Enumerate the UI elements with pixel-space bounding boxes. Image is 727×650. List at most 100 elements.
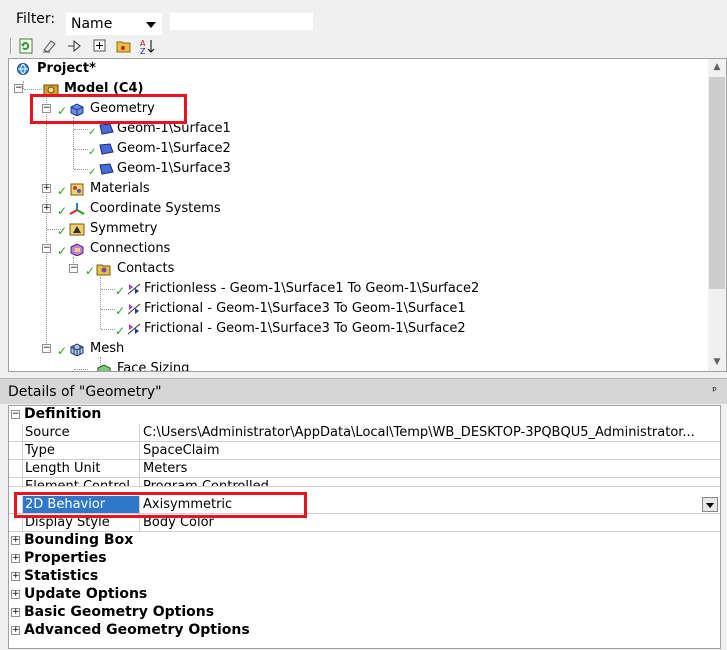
collapse-icon[interactable]: − xyxy=(42,244,51,253)
check-icon: ✓ xyxy=(57,344,68,358)
tree-item-coordinate-systems[interactable]: + ✓ Coordinate Systems xyxy=(9,199,309,219)
tree-item-label: Geom-1\Surface3 xyxy=(117,161,231,176)
check-icon: ✓ xyxy=(57,184,68,198)
scroll-up-icon[interactable]: ▲ xyxy=(708,59,726,76)
filter-bar: Filter: Name xyxy=(0,0,727,36)
category-label: Basic Geometry Options xyxy=(24,604,215,620)
tree-item-label: Frictionless - Geom-1\Surface1 To Geom-1… xyxy=(144,281,480,296)
add-icon[interactable] xyxy=(92,38,108,54)
category-properties[interactable]: + Properties xyxy=(9,550,720,568)
check-icon: ✓ xyxy=(85,264,96,278)
face-sizing-icon xyxy=(96,362,112,371)
erase-icon[interactable] xyxy=(41,38,57,54)
tree-item-contact-region[interactable]: ✓ Frictional - Geom-1\Surface3 To Geom-1… xyxy=(9,319,509,339)
property-row-element-control[interactable]: Element Control Program Controlled xyxy=(9,478,720,487)
tree-item-label: Coordinate Systems xyxy=(90,201,221,216)
tree-item-surface[interactable]: ✓ Geom-1\Surface2 xyxy=(9,139,309,159)
sort-az-icon[interactable]: AZ xyxy=(140,38,156,56)
tree-item-surface[interactable]: ✓ Geom-1\Surface3 xyxy=(9,159,309,179)
materials-icon xyxy=(69,182,85,196)
expand-icon[interactable] xyxy=(66,38,82,54)
tree-item-contact-region[interactable]: ✓ Frictional - Geom-1\Surface3 To Geom-1… xyxy=(9,299,509,319)
tree-item-label: Symmetry xyxy=(90,221,158,236)
tree-item-label: Mesh xyxy=(90,341,125,356)
symmetry-icon xyxy=(69,222,85,236)
property-key: Element Control xyxy=(22,478,140,486)
tree-toolbar: AZ xyxy=(0,36,727,58)
check-icon: ✓ xyxy=(57,244,68,258)
collapse-icon[interactable]: − xyxy=(14,84,23,93)
property-value[interactable]: SpaceClaim xyxy=(140,442,720,459)
coordinate-systems-icon xyxy=(69,202,85,216)
check-icon: ✓ xyxy=(57,204,68,218)
tree-item-label: Face Sizing xyxy=(117,361,190,372)
category-label: Statistics xyxy=(24,568,99,584)
category-basic-geometry-options[interactable]: + Basic Geometry Options xyxy=(9,604,720,622)
category-advanced-geometry-options[interactable]: + Advanced Geometry Options xyxy=(9,622,720,640)
pin-icon[interactable]: ᵖ xyxy=(712,384,717,397)
highlight-box-2d-behavior xyxy=(14,492,307,518)
filter-type-select[interactable]: Name xyxy=(66,13,162,35)
property-row-type[interactable]: Type SpaceClaim xyxy=(9,442,720,460)
project-icon xyxy=(15,62,31,76)
scrollbar-thumb[interactable] xyxy=(709,77,725,289)
refresh-icon[interactable] xyxy=(18,38,34,54)
tree-item-symmetry[interactable]: ✓ Symmetry xyxy=(9,219,309,239)
category-label: Bounding Box xyxy=(24,532,134,548)
collapse-icon[interactable]: − xyxy=(42,344,51,353)
contact-region-icon xyxy=(126,302,142,316)
property-value[interactable]: Meters xyxy=(140,460,720,477)
tree-item-mesh[interactable]: − ✓ Mesh xyxy=(9,339,309,359)
expand-icon[interactable]: + xyxy=(11,572,20,581)
category-label: Update Options xyxy=(24,586,148,602)
expand-icon[interactable]: + xyxy=(11,536,20,545)
category-update-options[interactable]: + Update Options xyxy=(9,586,720,604)
category-definition[interactable]: − Definition xyxy=(9,406,720,424)
tree-scrollbar[interactable]: ▲ ▼ xyxy=(708,59,726,371)
scroll-down-icon[interactable]: ▼ xyxy=(708,354,726,371)
property-value[interactable]: Program Controlled xyxy=(140,478,720,486)
contact-region-icon xyxy=(126,282,142,296)
category-statistics[interactable]: + Statistics xyxy=(9,568,720,586)
filter-search-input[interactable] xyxy=(170,13,313,30)
tree-connector xyxy=(74,369,88,370)
collapse-icon[interactable]: − xyxy=(69,264,78,273)
collapse-icon[interactable]: − xyxy=(11,410,20,419)
details-grid[interactable]: − Definition Source C:\Users\Administrat… xyxy=(8,405,721,649)
details-panel-header: Details of "Geometry" ᵖ xyxy=(0,378,727,404)
expand-icon[interactable]: + xyxy=(42,184,51,193)
expand-icon[interactable]: + xyxy=(11,590,20,599)
property-row-source[interactable]: Source C:\Users\Administrator\AppData\Lo… xyxy=(9,424,720,442)
svg-text:Z: Z xyxy=(140,47,146,54)
expand-icon[interactable]: + xyxy=(42,204,51,213)
contact-region-icon xyxy=(126,322,142,336)
tree-item-label: Geom-1\Surface2 xyxy=(117,141,231,156)
dropdown-arrow-icon[interactable] xyxy=(702,497,718,512)
tree-item-connections[interactable]: − ✓ Connections xyxy=(9,239,309,259)
tree-item-contacts[interactable]: − ✓ Contacts xyxy=(9,259,309,279)
tree-connector xyxy=(74,169,88,170)
expand-icon[interactable]: + xyxy=(11,608,20,617)
details-title: Details of "Geometry" xyxy=(8,384,162,400)
category-bounding-box[interactable]: + Bounding Box xyxy=(9,532,720,550)
tree-item-project[interactable]: Project* xyxy=(13,59,313,79)
property-row-length-unit[interactable]: Length Unit Meters xyxy=(9,460,720,478)
check-icon: ✓ xyxy=(57,224,68,238)
filter-type-value: Name xyxy=(71,16,113,32)
category-label: Definition xyxy=(24,406,102,422)
tree-connector xyxy=(101,329,115,330)
tree-item-label: Frictional - Geom-1\Surface3 To Geom-1\S… xyxy=(144,321,466,336)
tree-item-contact-region[interactable]: ✓ Frictionless - Geom-1\Surface1 To Geom… xyxy=(9,279,509,299)
tree-item-label: Contacts xyxy=(117,261,175,276)
folder-icon[interactable] xyxy=(116,38,132,54)
check-icon: ✓ xyxy=(115,324,126,338)
expand-icon[interactable]: + xyxy=(11,554,20,563)
property-value[interactable]: C:\Users\Administrator\AppData\Local\Tem… xyxy=(140,424,720,441)
tree-connector xyxy=(101,289,115,290)
check-icon: ✓ xyxy=(115,304,126,318)
tree-item-label: Connections xyxy=(90,241,171,256)
highlight-box-geometry xyxy=(30,94,187,124)
expand-icon[interactable]: + xyxy=(11,626,20,635)
tree-item-face-sizing[interactable]: Face Sizing xyxy=(9,359,309,372)
tree-item-materials[interactable]: + ✓ Materials xyxy=(9,179,309,199)
